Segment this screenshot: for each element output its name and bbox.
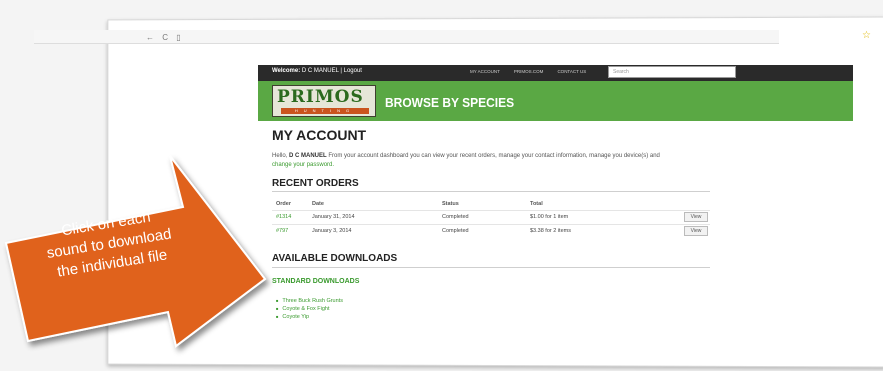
callout-arrow-icon bbox=[0, 0, 883, 371]
screenshot-stage: ← C ▯ ☆ Welcome: D C MANUEL | Logout MY … bbox=[0, 0, 883, 371]
